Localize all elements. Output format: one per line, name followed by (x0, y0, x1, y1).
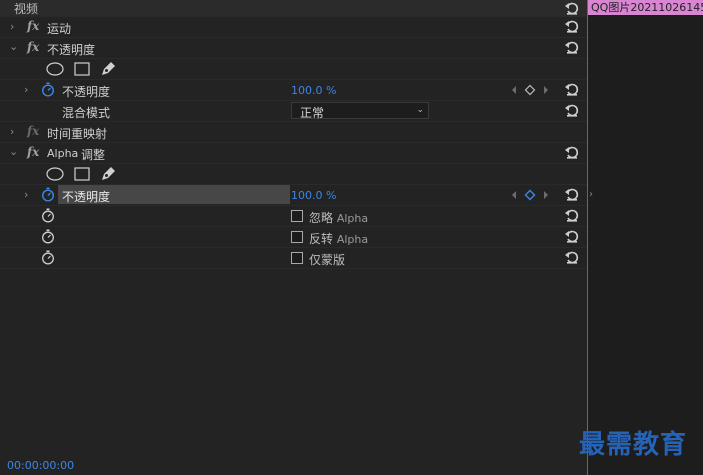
alpha-opacity-value[interactable]: 100.0 % (291, 189, 336, 202)
mask-tools-row (0, 59, 587, 80)
keyframe-navigator[interactable] (511, 84, 551, 96)
alpha-opacity-param-label: 不透明度 (62, 190, 111, 204)
opacity-param-row[interactable]: › 不透明度 100.0 % (0, 80, 587, 101)
effect-alpha-adjust-label-cn: 调整 (81, 148, 106, 162)
blend-mode-select[interactable]: 正常 ⌄ (291, 102, 429, 120)
alpha-opacity-param-row[interactable]: › 不透明度 100.0 % (0, 185, 587, 206)
invert-alpha-label: 反转 Alpha (309, 230, 368, 247)
reset-icon[interactable] (564, 186, 580, 202)
invert-alpha-row: 反转 Alpha (0, 227, 587, 248)
mask-only-row: 仅蒙版 (0, 248, 587, 269)
pen-mask-icon[interactable] (100, 165, 117, 182)
blend-mode-row: 混合模式 正常 ⌄ (0, 101, 587, 122)
fx-icon[interactable]: fx (27, 145, 39, 159)
timecode[interactable]: 00:00:00:00 (7, 459, 74, 472)
effect-alpha-adjust-row[interactable]: ⌄ fx Alpha 调整 (0, 143, 587, 164)
effect-alpha-adjust-label-en: Alpha (47, 147, 79, 160)
mask-only-checkbox[interactable] (291, 252, 303, 264)
mask-tools-row (0, 164, 587, 185)
section-title: 视频 (14, 2, 39, 16)
clip-label[interactable]: QQ图片20211026145 (588, 0, 703, 15)
effect-time-remap-label: 时间重映射 (47, 127, 108, 141)
prev-keyframe-icon (512, 191, 516, 199)
watermark: 最需教育 (579, 430, 688, 460)
expand-chevron-icon[interactable]: › (10, 20, 20, 33)
effect-time-remap-row[interactable]: › fx 时间重映射 (0, 122, 587, 143)
keyframe-navigator[interactable] (511, 189, 551, 201)
stopwatch-icon[interactable] (41, 208, 56, 223)
stopwatch-icon[interactable] (41, 250, 56, 265)
ignore-alpha-row: 忽略 Alpha (0, 206, 587, 227)
reset-icon[interactable] (564, 228, 580, 244)
blend-mode-value: 正常 (300, 106, 325, 120)
prev-keyframe-icon (512, 86, 516, 94)
timeline-area[interactable] (588, 0, 703, 475)
ignore-alpha-checkbox[interactable] (291, 210, 303, 222)
effect-motion-label: 运动 (47, 22, 72, 36)
fx-icon[interactable]: fx (27, 40, 39, 54)
opacity-param-label: 不透明度 (62, 85, 111, 99)
reset-icon[interactable] (564, 144, 580, 160)
reset-icon[interactable] (564, 249, 580, 265)
status-bar: 00:00:00:00 (0, 457, 587, 475)
effect-controls-panel: 视频 › fx 运动 ⌄ fx 不透明度 › 不透明度 100.0 % 混合模式… (0, 0, 587, 475)
invert-alpha-label-cn: 反转 (309, 232, 334, 246)
reset-icon[interactable] (564, 39, 580, 55)
reset-icon[interactable] (564, 81, 580, 97)
ellipse-mask-icon[interactable] (46, 62, 64, 76)
video-section-header: 视频 (0, 0, 587, 17)
playhead-line[interactable] (587, 0, 588, 475)
pen-mask-icon[interactable] (100, 60, 117, 77)
ignore-alpha-label-cn: 忽略 (309, 211, 334, 225)
ignore-alpha-label-en: Alpha (336, 212, 369, 225)
invert-alpha-checkbox[interactable] (291, 231, 303, 243)
reset-icon[interactable] (564, 18, 580, 34)
stopwatch-icon[interactable] (41, 229, 56, 244)
reset-icon[interactable] (564, 207, 580, 223)
stopwatch-icon[interactable] (41, 82, 56, 97)
rectangle-mask-icon[interactable] (74, 167, 90, 181)
effect-motion-row[interactable]: › fx 运动 (0, 17, 587, 38)
rectangle-mask-icon[interactable] (74, 62, 90, 76)
add-keyframe-icon (524, 189, 536, 201)
effect-opacity-label: 不透明度 (47, 43, 96, 57)
collapse-chevron-icon[interactable]: ⌄ (9, 40, 19, 53)
reset-icon[interactable] (564, 102, 580, 118)
expand-chevron-icon[interactable]: › (24, 188, 34, 201)
ellipse-mask-icon[interactable] (46, 167, 64, 181)
ignore-alpha-label: 忽略 Alpha (309, 209, 368, 226)
blend-mode-label: 混合模式 (62, 106, 111, 120)
mask-only-label: 仅蒙版 (309, 253, 346, 267)
fx-icon: fx (27, 124, 40, 138)
invert-alpha-label-en: Alpha (336, 233, 369, 246)
collapse-chevron-icon[interactable]: ⌄ (9, 145, 19, 158)
expand-chevron-icon[interactable]: › (10, 125, 20, 138)
stopwatch-icon[interactable] (41, 187, 56, 202)
add-keyframe-icon (524, 84, 536, 96)
timeline-chevron-icon: › (589, 189, 593, 200)
fx-icon[interactable]: fx (27, 19, 39, 33)
reset-icon[interactable] (564, 0, 580, 16)
opacity-value[interactable]: 100.0 % (291, 84, 336, 97)
chevron-down-icon: ⌄ (416, 105, 424, 115)
next-keyframe-icon (544, 86, 548, 94)
next-keyframe-icon (544, 191, 548, 199)
effect-opacity-row[interactable]: ⌄ fx 不透明度 (0, 38, 587, 59)
expand-chevron-icon[interactable]: › (24, 83, 34, 96)
